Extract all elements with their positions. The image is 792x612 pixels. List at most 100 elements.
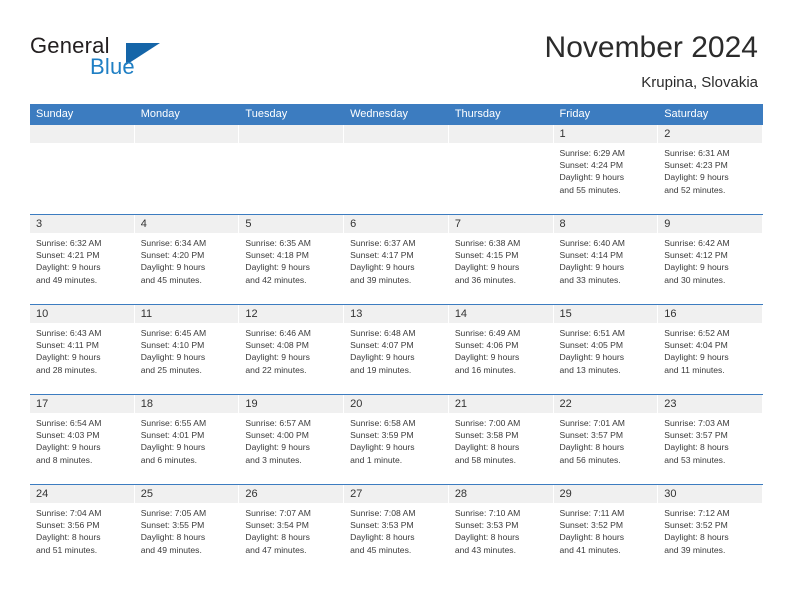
calendar-day-cell[interactable]: 5 Sunrise: 6:35 AM Sunset: 4:18 PM Daylight… <box>239 215 345 304</box>
calendar-week-row: 3 Sunrise: 6:32 AM Sunset: 4:21 PM Daylight… <box>30 214 763 304</box>
daylight-duration-line2: and 8 minutes. <box>36 454 93 465</box>
day-sun-info: Sunrise: 7:10 AM Sunset: 3:53 PM Daylight:… <box>449 503 553 556</box>
calendar-day-cell[interactable]: 30 Sunrise: 7:12 AM Sunset: 3:52 PM Dayligh… <box>658 485 763 574</box>
day-sun-info: Sunrise: 6:45 AM Sunset: 4:10 PM Daylight:… <box>135 323 239 376</box>
sunset-time: Sunset: 4:08 PM <box>245 340 309 351</box>
calendar-day-cell[interactable]: 7 Sunrise: 6:38 AM Sunset: 4:15 PM Daylight… <box>448 215 554 304</box>
calendar-page: General Blue November 2024 Krupina, Slov… <box>0 0 792 612</box>
day-sun-info: Sunrise: 6:31 AM Sunset: 4:23 PM Daylight:… <box>658 143 762 196</box>
calendar-day-cell[interactable]: 28 Sunrise: 7:10 AM Sunset: 3:53 PM Dayligh… <box>448 485 554 574</box>
calendar-day-cell[interactable]: 26 Sunrise: 7:07 AM Sunset: 3:54 PM Dayligh… <box>239 485 345 574</box>
daylight-duration-line2: and 45 minutes. <box>140 274 202 285</box>
sunrise-time: Sunrise: 6:54 AM <box>36 418 102 428</box>
sunset-time: Sunset: 4:18 PM <box>245 250 309 261</box>
calendar-day-cell[interactable]: 4 Sunrise: 6:34 AM Sunset: 4:20 PM Daylight… <box>134 215 240 304</box>
calendar-day-cell[interactable]: 17 Sunrise: 6:54 AM Sunset: 4:03 PM Dayligh… <box>30 395 135 484</box>
calendar-day-cell[interactable]: 27 Sunrise: 7:08 AM Sunset: 3:53 PM Dayligh… <box>344 485 449 574</box>
calendar-day-cell[interactable]: 10 Sunrise: 6:43 AM Sunset: 4:11 PM Dayligh… <box>30 305 135 394</box>
calendar-day-cell[interactable]: 18 Sunrise: 6:55 AM Sunset: 4:01 PM Dayligh… <box>134 395 240 484</box>
calendar-day-cell[interactable]: 23 Sunrise: 7:03 AM Sunset: 3:57 PM Dayligh… <box>658 395 763 484</box>
weekday-header-friday: Friday <box>554 104 659 125</box>
calendar-day-cell[interactable]: 24 Sunrise: 7:04 AM Sunset: 3:56 PM Dayligh… <box>30 485 135 574</box>
daylight-duration-line1: Daylight: 9 hours <box>36 352 101 363</box>
day-number <box>30 125 134 143</box>
weekday-header-thursday: Thursday <box>449 104 554 125</box>
calendar-day-cell[interactable]: 29 Sunrise: 7:11 AM Sunset: 3:52 PM Dayligh… <box>553 485 659 574</box>
day-sun-info: Sunrise: 7:05 AM Sunset: 3:55 PM Daylight:… <box>135 503 239 556</box>
day-sun-info: Sunrise: 6:42 AM Sunset: 4:12 PM Daylight:… <box>658 233 762 286</box>
weekday-header-sunday: Sunday <box>30 104 135 125</box>
calendar-day-cell[interactable]: 16 Sunrise: 6:52 AM Sunset: 4:04 PM Dayligh… <box>658 305 763 394</box>
daylight-duration-line1: Daylight: 8 hours <box>664 442 729 453</box>
daylight-duration-line2: and 25 minutes. <box>140 364 202 375</box>
sunrise-time: Sunrise: 6:32 AM <box>36 238 102 248</box>
day-number: 7 <box>448 215 553 233</box>
calendar-day-cell[interactable]: 8 Sunrise: 6:40 AM Sunset: 4:14 PM Daylight… <box>553 215 659 304</box>
daylight-duration-line1: Daylight: 8 hours <box>559 532 625 543</box>
sunset-time: Sunset: 4:07 PM <box>350 340 414 351</box>
calendar-grid: Sunday Monday Tuesday Wednesday Thursday… <box>30 104 763 574</box>
page-header: General Blue November 2024 Krupina, Slov… <box>0 0 792 96</box>
calendar-day-cell[interactable]: 21 Sunrise: 7:00 AM Sunset: 3:58 PM Dayligh… <box>448 395 554 484</box>
calendar-day-cell[interactable]: 9 Sunrise: 6:42 AM Sunset: 4:12 PM Daylight… <box>658 215 763 304</box>
calendar-day-cell[interactable]: 15 Sunrise: 6:51 AM Sunset: 4:05 PM Dayligh… <box>553 305 659 394</box>
day-number: 1 <box>553 125 658 143</box>
daylight-duration-line1: Daylight: 9 hours <box>245 352 310 363</box>
calendar-day-cell[interactable]: 13 Sunrise: 6:48 AM Sunset: 4:07 PM Dayligh… <box>344 305 449 394</box>
sunrise-time: Sunrise: 7:01 AM <box>559 418 625 428</box>
sunrise-time: Sunrise: 7:05 AM <box>140 508 207 518</box>
daylight-duration-line2: and 52 minutes. <box>664 184 726 195</box>
calendar-day-cell[interactable]: 19 Sunrise: 6:57 AM Sunset: 4:00 PM Dayligh… <box>239 395 345 484</box>
daylight-duration-line1: Daylight: 8 hours <box>664 532 729 543</box>
daylight-duration-line2: and 49 minutes. <box>140 544 202 555</box>
page-title: November 2024 <box>544 31 758 64</box>
calendar-day-cell[interactable]: 22 Sunrise: 7:01 AM Sunset: 3:57 PM Dayligh… <box>553 395 659 484</box>
day-number: 25 <box>134 485 239 503</box>
calendar-day-cell[interactable]: 1 Sunrise: 6:29 AM Sunset: 4:24 PM Daylight… <box>553 125 659 214</box>
calendar-day-cell[interactable]: 25 Sunrise: 7:05 AM Sunset: 3:55 PM Dayligh… <box>134 485 240 574</box>
daylight-duration-line1: Daylight: 9 hours <box>664 352 729 363</box>
sunrise-time: Sunrise: 6:57 AM <box>245 418 311 428</box>
daylight-duration-line1: Daylight: 8 hours <box>454 442 520 453</box>
calendar-day-cell-empty <box>448 125 554 214</box>
day-sun-info: Sunrise: 7:04 AM Sunset: 3:56 PM Daylight:… <box>30 503 134 556</box>
calendar-day-cell[interactable]: 6 Sunrise: 6:37 AM Sunset: 4:17 PM Daylight… <box>344 215 449 304</box>
calendar-day-cell[interactable]: 14 Sunrise: 6:49 AM Sunset: 4:06 PM Dayligh… <box>448 305 554 394</box>
sunset-time: Sunset: 4:14 PM <box>559 250 624 261</box>
calendar-weeks: 1 Sunrise: 6:29 AM Sunset: 4:24 PM Daylight… <box>30 125 763 574</box>
day-sun-info: Sunrise: 6:49 AM Sunset: 4:06 PM Daylight:… <box>449 323 553 376</box>
day-number: 2 <box>658 125 762 143</box>
daylight-duration-line2: and 22 minutes. <box>245 364 307 375</box>
weekday-header-tuesday: Tuesday <box>239 104 345 125</box>
calendar-day-cell[interactable]: 20 Sunrise: 6:58 AM Sunset: 3:59 PM Dayligh… <box>344 395 449 484</box>
day-sun-info: Sunrise: 6:34 AM Sunset: 4:20 PM Daylight:… <box>135 233 239 286</box>
sunrise-time: Sunrise: 7:08 AM <box>350 508 416 518</box>
day-number: 13 <box>344 305 448 323</box>
general-blue-logo[interactable]: General Blue <box>30 34 220 86</box>
daylight-duration-line2: and 19 minutes. <box>350 364 412 375</box>
weekday-header-row: Sunday Monday Tuesday Wednesday Thursday… <box>30 104 763 125</box>
calendar-day-cell[interactable]: 2 Sunrise: 6:31 AM Sunset: 4:23 PM Daylight… <box>658 125 763 214</box>
calendar-day-cell[interactable]: 3 Sunrise: 6:32 AM Sunset: 4:21 PM Daylight… <box>30 215 135 304</box>
day-number <box>239 125 344 143</box>
sunrise-time: Sunrise: 6:51 AM <box>559 328 625 338</box>
weekday-header-wednesday: Wednesday <box>344 104 449 125</box>
day-number: 24 <box>30 485 134 503</box>
daylight-duration-line1: Daylight: 9 hours <box>559 172 625 183</box>
day-number: 18 <box>134 395 239 413</box>
calendar-week-row: 17 Sunrise: 6:54 AM Sunset: 4:03 PM Dayligh… <box>30 394 763 484</box>
calendar-day-cell[interactable]: 11 Sunrise: 6:45 AM Sunset: 4:10 PM Dayligh… <box>134 305 240 394</box>
day-sun-info: Sunrise: 6:51 AM Sunset: 4:05 PM Daylight:… <box>554 323 658 376</box>
day-sun-info: Sunrise: 6:35 AM Sunset: 4:18 PM Daylight:… <box>239 233 343 286</box>
calendar-day-cell[interactable]: 12 Sunrise: 6:46 AM Sunset: 4:08 PM Dayligh… <box>239 305 345 394</box>
daylight-duration-line1: Daylight: 9 hours <box>245 262 310 273</box>
sunset-time: Sunset: 4:23 PM <box>664 160 728 171</box>
sunset-time: Sunset: 3:59 PM <box>350 430 414 441</box>
calendar-day-cell-empty <box>239 125 345 214</box>
daylight-duration-line1: Daylight: 9 hours <box>245 442 310 453</box>
daylight-duration-line2: and 55 minutes. <box>559 184 621 195</box>
calendar-week-row: 24 Sunrise: 7:04 AM Sunset: 3:56 PM Dayligh… <box>30 484 763 574</box>
sunrise-time: Sunrise: 6:40 AM <box>559 238 625 248</box>
sunset-time: Sunset: 3:57 PM <box>664 430 728 441</box>
daylight-duration-line1: Daylight: 8 hours <box>36 532 101 543</box>
